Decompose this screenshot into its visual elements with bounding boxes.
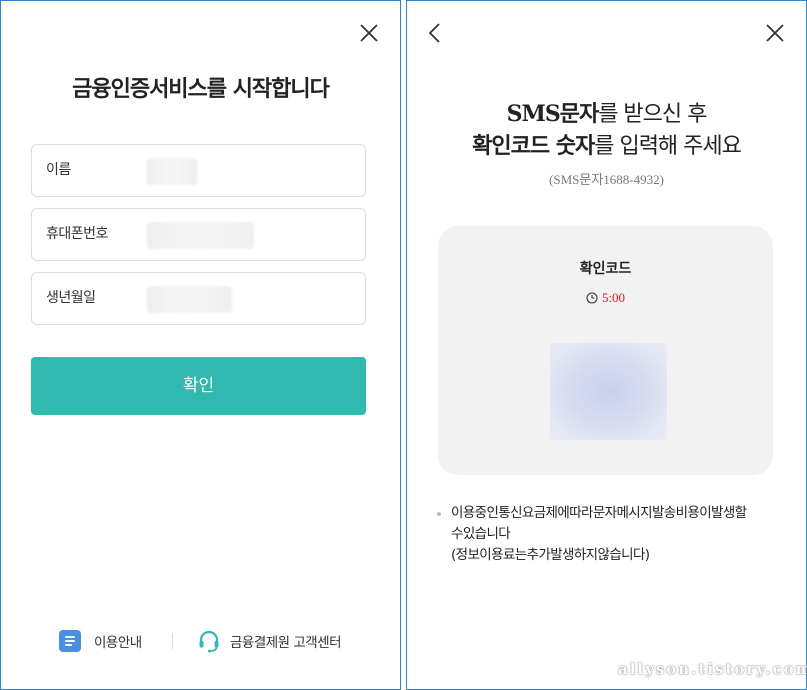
guide-link-label: 이용안내 bbox=[94, 635, 142, 651]
notice-line-2: 수있습니다 bbox=[451, 526, 511, 542]
bullet-icon bbox=[437, 512, 441, 516]
verification-code-masked bbox=[550, 343, 667, 440]
footer: 이용안내 금융결제원 고객센터 bbox=[1, 628, 400, 654]
name-field-value-masked[interactable] bbox=[147, 158, 197, 185]
notice-line-3: (정보이용료는추가발생하지않습니다) bbox=[451, 547, 650, 563]
close-icon[interactable] bbox=[357, 21, 381, 45]
verification-code-card: 확인코드 5:00 bbox=[438, 226, 773, 475]
close-icon[interactable] bbox=[763, 21, 787, 45]
document-icon bbox=[59, 630, 81, 652]
notice-line-1: 이용중인통신요금제에따라문자메시지발송비용이발생할 bbox=[451, 505, 747, 521]
headset-icon bbox=[197, 629, 221, 653]
title-line2-rest: 를 입력해 주세요 bbox=[594, 134, 742, 159]
name-field[interactable]: 이름 bbox=[31, 144, 366, 197]
countdown-timer: 5:00 bbox=[438, 290, 773, 306]
phone-field[interactable]: 휴대폰번호 bbox=[31, 208, 366, 261]
left-panel: 금융인증서비스를 시작합니다 이름 휴대폰번호 생년월일 확인 이용안내 금융결… bbox=[0, 0, 401, 690]
sms-sender-number: (SMS문자1688-4932) bbox=[549, 172, 664, 187]
cost-notice: 이용중인통신요금제에따라문자메시지발송비용이발생할 수있습니다 (정보이용료는추… bbox=[437, 503, 787, 566]
birthdate-field-label: 생년월일 bbox=[46, 290, 96, 306]
footer-divider bbox=[172, 633, 173, 649]
confirm-button[interactable]: 확인 bbox=[31, 357, 366, 415]
guide-link[interactable]: 이용안내 bbox=[59, 628, 142, 654]
title-line1-rest: 를 받으신 후 bbox=[598, 102, 707, 127]
title-emphasis-sms: SMS문자 bbox=[506, 101, 600, 127]
page-title: 금융인증서비스를 시작합니다 bbox=[72, 77, 330, 102]
code-card-title: 확인코드 bbox=[579, 261, 632, 277]
watermark: allyson.tistory.com bbox=[618, 660, 807, 678]
customer-center-label: 금융결제원 고객센터 bbox=[230, 635, 342, 651]
customer-center-link[interactable]: 금융결제원 고객센터 bbox=[197, 628, 342, 654]
timer-value: 5:00 bbox=[601, 290, 626, 305]
right-panel: SMS문자를 받으신 후 확인코드 숫자를 입력해 주세요 (SMS문자1688… bbox=[406, 0, 807, 690]
phone-field-value-masked[interactable] bbox=[147, 222, 254, 249]
name-field-label: 이름 bbox=[46, 162, 71, 178]
phone-field-label: 휴대폰번호 bbox=[46, 226, 108, 242]
sms-instruction-title: SMS문자를 받으신 후 확인코드 숫자를 입력해 주세요 bbox=[407, 98, 806, 163]
birthdate-field[interactable]: 생년월일 bbox=[31, 272, 366, 325]
title-emphasis-code: 확인코드 숫자 bbox=[472, 134, 595, 159]
chevron-left-icon[interactable] bbox=[425, 21, 445, 45]
clock-icon bbox=[586, 292, 598, 304]
birthdate-field-value-masked[interactable] bbox=[147, 286, 232, 313]
